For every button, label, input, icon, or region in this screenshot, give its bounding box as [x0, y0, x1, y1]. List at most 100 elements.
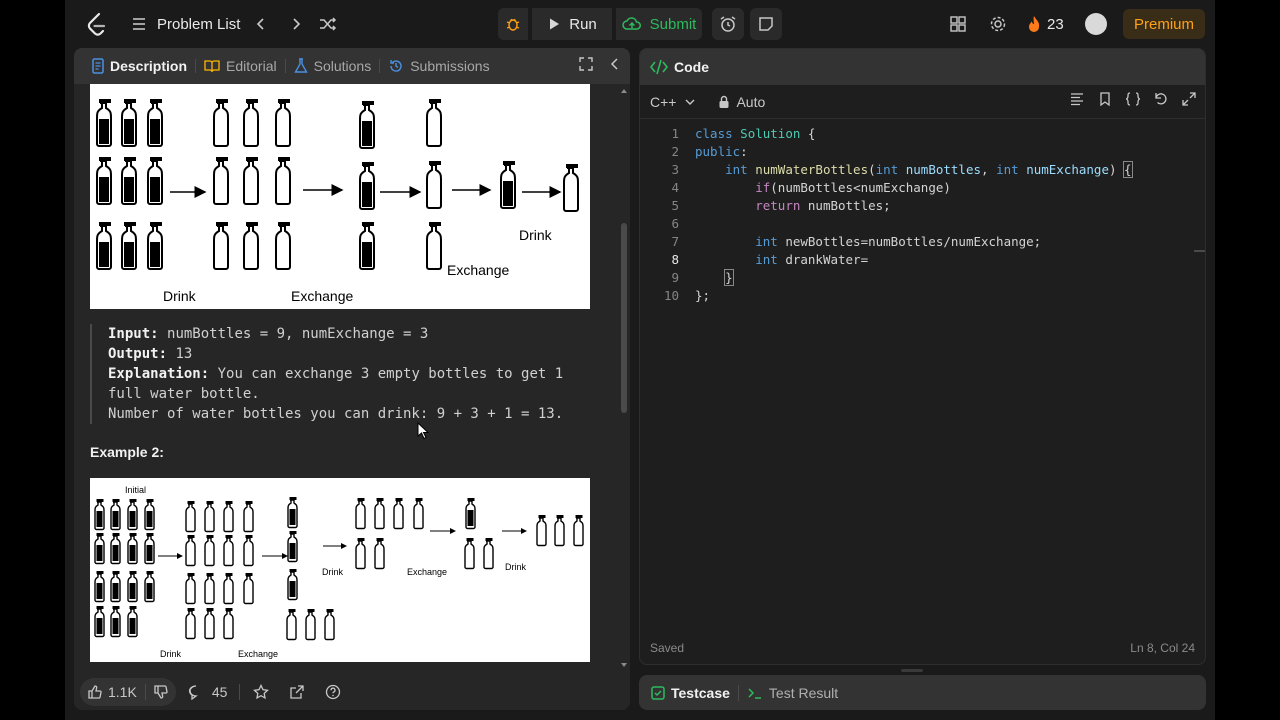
thumbs-up-icon	[88, 685, 102, 699]
timer-button[interactable]	[712, 8, 744, 40]
footer-divider	[239, 684, 241, 700]
code-text: }	[724, 269, 734, 286]
terminal-icon	[748, 687, 761, 699]
collapse-left-icon[interactable]	[608, 56, 622, 72]
prev-problem-button[interactable]	[249, 12, 273, 36]
explanation-label: Explanation:	[108, 366, 210, 382]
leetcode-app: Problem List Run Submit 23 Premium Descr…	[65, 0, 1215, 720]
illustration-label-initial: Initial	[125, 485, 146, 495]
next-problem-button[interactable]	[284, 12, 308, 36]
list-icon	[132, 18, 145, 30]
chevron-left-icon	[256, 18, 264, 30]
streak-counter[interactable]: 23	[1027, 12, 1064, 36]
panel-controls	[578, 56, 622, 72]
line-number: 10	[663, 288, 679, 303]
like-count: 1.1K	[108, 684, 137, 700]
overview-ruler-marker	[1194, 250, 1205, 252]
tab-submissions[interactable]: Submissions	[380, 48, 497, 84]
help-button[interactable]	[318, 684, 348, 700]
comments-button[interactable]: 45	[182, 684, 234, 700]
bookmark-icon[interactable]	[1097, 91, 1113, 107]
debugger-button[interactable]	[498, 8, 528, 40]
language-label: C++	[650, 93, 677, 110]
book-icon	[204, 60, 220, 73]
line-number: 9	[671, 270, 679, 285]
play-icon	[550, 18, 560, 30]
scroll-down-arrow-icon[interactable]	[620, 662, 628, 668]
notes-button[interactable]	[750, 8, 782, 40]
tab-editorial[interactable]: Editorial	[196, 48, 285, 84]
line-number: 4	[671, 180, 679, 195]
line-number: 2	[671, 144, 679, 159]
line-number: 1	[671, 126, 679, 141]
illustration-label-drink: Drink	[163, 288, 197, 304]
random-problem-button[interactable]	[316, 12, 340, 36]
illustration-label-exchange: Exchange	[407, 567, 447, 577]
dislike-button[interactable]	[146, 678, 176, 706]
scrollbar-thumb[interactable]	[621, 223, 627, 413]
code-line: 4 if(numBottles<numExchange)	[640, 179, 1195, 197]
console-tab-divider	[737, 684, 739, 701]
tab-submissions-label: Submissions	[410, 58, 490, 74]
line-number: 5	[671, 198, 679, 213]
fullscreen-icon[interactable]	[1181, 91, 1197, 107]
share-button[interactable]	[282, 684, 312, 700]
streak-count: 23	[1047, 15, 1064, 33]
tab-testcase[interactable]: Testcase	[651, 685, 730, 701]
test-result-label: Test Result	[768, 684, 839, 701]
empty-bottles-group	[213, 98, 291, 270]
expand-icon[interactable]	[578, 56, 594, 72]
language-select[interactable]: C++	[650, 94, 696, 110]
tab-description[interactable]: Description	[84, 48, 195, 84]
explanation-text: You can exchange 3 empty bottles to get …	[217, 366, 564, 382]
description-scrollbar[interactable]	[620, 88, 628, 668]
flask-icon	[293, 58, 308, 73]
gear-icon	[990, 16, 1006, 32]
example1-block: Input: numBottles = 9, numExchange = 3 O…	[90, 324, 590, 424]
tab-editorial-label: Editorial	[226, 58, 277, 74]
example1-illustration: Drink Exchange Exchange Drink	[90, 84, 590, 309]
cursor-position: Ln 8, Col 24	[1130, 641, 1195, 655]
problem-list-button[interactable]: Problem List	[131, 12, 240, 36]
reset-icon[interactable]	[1153, 91, 1169, 107]
favorite-button[interactable]	[246, 684, 276, 700]
panel-resize-handle[interactable]	[901, 669, 923, 672]
layout-button[interactable]	[946, 12, 970, 36]
code-text: };	[695, 288, 711, 303]
tab-test-result[interactable]: Test Result	[747, 685, 838, 701]
braces-icon[interactable]	[1125, 91, 1141, 107]
tab-solutions-label: Solutions	[313, 58, 372, 74]
code-line: 5 return numBottles;	[640, 197, 1195, 215]
example1-input-line: Input: numBottles = 9, numExchange = 3	[108, 324, 590, 344]
scroll-up-arrow-icon[interactable]	[620, 88, 628, 94]
like-button[interactable]: 1.1K	[80, 678, 145, 706]
tab-solutions[interactable]: Solutions	[286, 48, 380, 84]
code-text: return numBottles;	[755, 198, 891, 213]
star-icon	[253, 684, 270, 700]
code-line: 10 };	[640, 287, 1195, 305]
empty-bottles-group	[185, 500, 254, 640]
example1-output-line: Output: 13	[108, 344, 590, 364]
settings-button[interactable]	[986, 12, 1010, 36]
auto-mode-toggle[interactable]: Auto	[718, 94, 765, 110]
output-value: 13	[175, 346, 193, 362]
submit-button[interactable]: Submit	[616, 8, 702, 40]
code-line: 6	[640, 215, 1195, 233]
code-line: 7 int newBottles=numBottles/numExchange;	[640, 233, 1195, 251]
user-avatar[interactable]	[1085, 13, 1107, 35]
description-content: Drink Exchange Exchange Drink Input: num…	[74, 84, 630, 668]
testcase-label: Testcase	[671, 684, 730, 701]
code-editor[interactable]: 1 class Solution { 2 public: 3 int numWa…	[640, 125, 1205, 625]
leetcode-logo-icon[interactable]	[85, 12, 109, 36]
thumbs-down-icon	[154, 685, 168, 699]
code-header: Code	[640, 49, 1205, 85]
example2-illustration: Initial Drink Exchange Drink Drink Excha…	[90, 478, 590, 662]
premium-button[interactable]: Premium	[1123, 9, 1205, 39]
fire-icon	[1029, 16, 1040, 32]
chevron-down-icon	[685, 99, 695, 105]
format-icon[interactable]	[1069, 91, 1085, 107]
code-text: int newBottles=numBottles/numExchange;	[755, 234, 1042, 249]
external-link-icon	[290, 685, 305, 699]
run-button[interactable]: Run	[532, 8, 612, 40]
editor-actions	[1069, 91, 1197, 107]
